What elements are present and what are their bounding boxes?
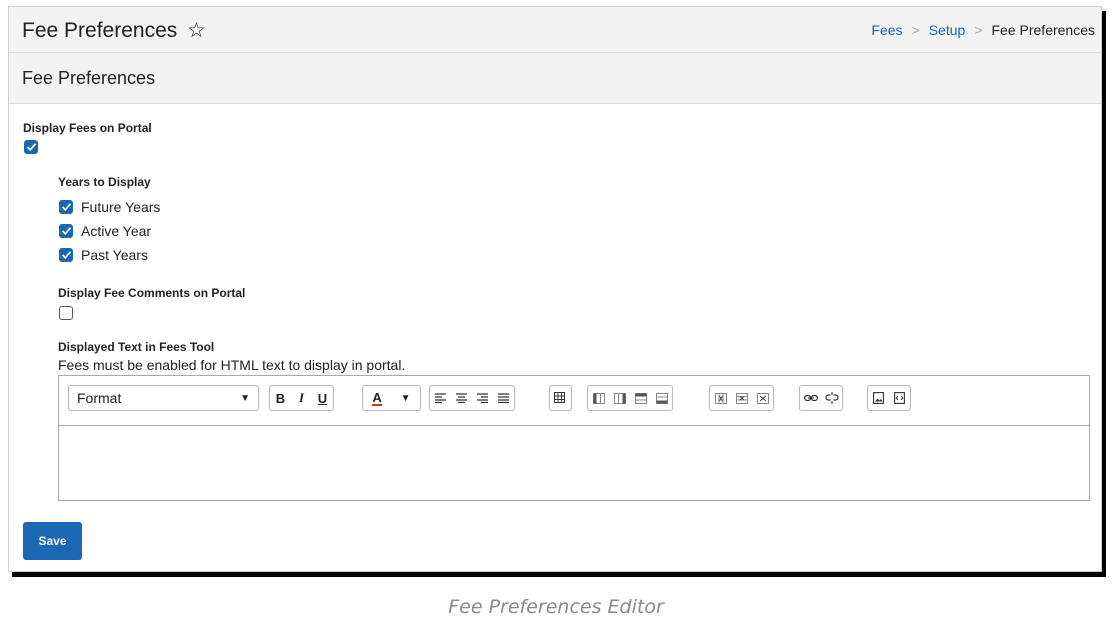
row-after-icon[interactable] (651, 386, 672, 410)
future-years-checkbox[interactable] (59, 200, 73, 214)
column-after-icon[interactable] (609, 386, 630, 410)
display-fees-checkbox[interactable] (24, 140, 38, 154)
align-left-icon[interactable] (430, 386, 451, 410)
delete-table-icon[interactable] (752, 386, 773, 410)
breadcrumb-current: Fee Preferences (991, 22, 1096, 38)
breadcrumb-setup[interactable]: Setup (929, 22, 966, 38)
row-before-icon[interactable] (630, 386, 651, 410)
display-fees-label: Display Fees on Portal (23, 121, 152, 135)
active-year-checkbox[interactable] (59, 224, 73, 238)
format-dropdown[interactable]: Format ▼ (68, 385, 259, 411)
font-color-icon: A (372, 389, 382, 406)
save-button[interactable]: Save (23, 522, 82, 560)
breadcrumb: Fees > Setup > Fee Preferences (871, 22, 1095, 38)
delete-row-icon[interactable] (731, 386, 752, 410)
insert-table-icon[interactable] (550, 386, 571, 410)
top-bar: Fee Preferences ☆ Fees > Setup > Fee Prefere… (9, 7, 1101, 53)
source-code-icon[interactable] (889, 386, 910, 410)
editor-toolbar: Format ▼ B I U A ▼ (59, 376, 1089, 426)
displayed-text-label: Displayed Text in Fees Tool (58, 340, 215, 354)
figure-caption: Fee Preferences Editor (448, 596, 664, 618)
fee-comments-checkbox[interactable] (59, 306, 73, 320)
displayed-text-note: Fees must be enabled for HTML text to di… (58, 357, 406, 373)
past-years-checkbox[interactable] (59, 248, 73, 262)
section-header: Fee Preferences (9, 53, 1101, 104)
unlink-icon[interactable] (821, 386, 842, 410)
fee-preferences-window: Fee Preferences ☆ Fees > Setup > Fee Prefere… (8, 6, 1102, 572)
font-color-dropdown[interactable]: A ▼ (362, 385, 421, 411)
align-justify-icon[interactable] (493, 386, 514, 410)
italic-button[interactable]: I (291, 386, 312, 410)
delete-column-icon[interactable] (710, 386, 731, 410)
breadcrumb-fees[interactable]: Fees (871, 22, 902, 38)
dropdown-arrow-icon: ▼ (240, 392, 250, 404)
column-before-icon[interactable] (588, 386, 609, 410)
form-content: Display Fees on Portal Years to Display … (9, 104, 1101, 516)
active-year-label: Active Year (81, 223, 152, 239)
chevron-right-icon: > (974, 22, 983, 38)
section-title: Fee Preferences (22, 68, 156, 88)
link-icon[interactable] (800, 386, 821, 410)
future-years-label: Future Years (81, 199, 161, 215)
page-title: Fee Preferences (22, 19, 178, 42)
media-group (867, 385, 911, 411)
html-editor: Format ▼ B I U A ▼ (58, 375, 1090, 501)
format-label: Format (77, 390, 122, 406)
fee-comments-label: Display Fee Comments on Portal (58, 286, 246, 300)
past-years-label: Past Years (81, 247, 148, 263)
table-row-col-group (587, 385, 673, 411)
dropdown-arrow-icon: ▼ (400, 392, 411, 404)
editor-text-area[interactable] (59, 425, 1089, 500)
insert-image-icon[interactable] (868, 386, 889, 410)
alignment-group (429, 385, 515, 411)
table-group (549, 385, 572, 411)
align-right-icon[interactable] (472, 386, 493, 410)
align-center-icon[interactable] (451, 386, 472, 410)
cell-group (709, 385, 774, 411)
chevron-right-icon: > (911, 22, 920, 38)
text-style-group: B I U (269, 385, 334, 411)
link-group (799, 385, 843, 411)
underline-button[interactable]: U (312, 386, 333, 410)
bold-button[interactable]: B (270, 386, 291, 410)
years-to-display-label: Years to Display (58, 175, 151, 189)
star-icon[interactable]: ☆ (187, 18, 206, 43)
